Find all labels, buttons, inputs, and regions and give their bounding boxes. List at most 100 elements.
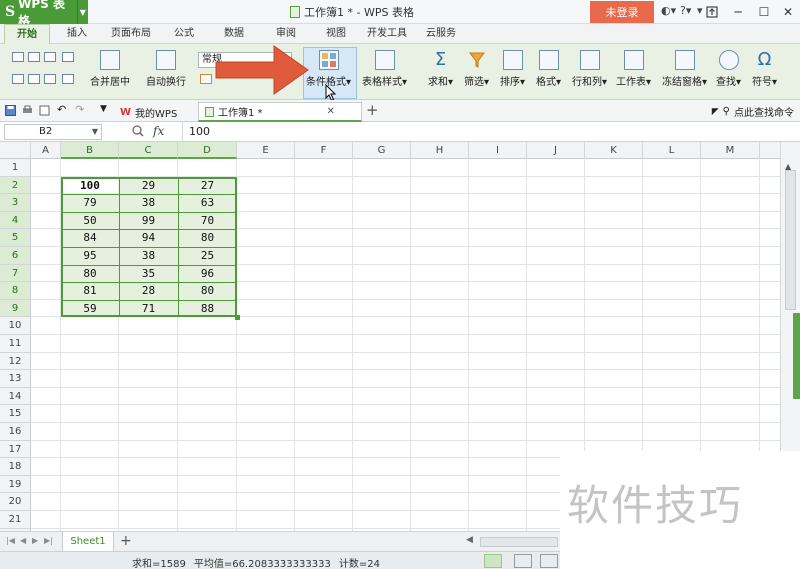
row-header-1[interactable]: 1 <box>0 159 31 177</box>
cell-c5[interactable]: 94 <box>119 229 178 247</box>
last-sheet-icon[interactable]: ▶| <box>44 536 53 545</box>
align-bottom-icon[interactable] <box>44 52 56 62</box>
cell-b9[interactable]: 59 <box>61 300 119 318</box>
doc-tab-workbook[interactable]: 工作簿1 * ✕ <box>198 102 362 122</box>
cell-d2[interactable]: 27 <box>178 177 237 195</box>
close-button[interactable]: ✕ <box>775 0 800 24</box>
fx-icon[interactable]: fx <box>153 124 164 138</box>
cell-d6[interactable]: 25 <box>178 247 237 265</box>
row-col-button[interactable]: 行和列▾ <box>572 50 607 88</box>
cell-b3[interactable]: 79 <box>61 194 119 212</box>
row-header-13[interactable]: 13 <box>0 370 31 388</box>
row-header-3[interactable]: 3 <box>0 194 31 212</box>
cell-c4[interactable]: 99 <box>119 212 178 230</box>
column-header-d[interactable]: D <box>178 142 237 159</box>
login-button[interactable]: 未登录 <box>590 1 654 23</box>
column-header-c[interactable]: C <box>119 142 178 159</box>
row-header-10[interactable]: 10 <box>0 317 31 335</box>
tab-review[interactable]: 审阅 <box>268 24 304 44</box>
minimize-button[interactable]: ─ <box>725 0 751 24</box>
page-break-view-icon[interactable] <box>540 554 558 568</box>
name-box[interactable]: B2 ▼ <box>4 124 102 140</box>
undo-icon[interactable]: ↶ <box>57 103 68 116</box>
column-header-g[interactable]: G <box>353 142 411 159</box>
cell-d7[interactable]: 96 <box>178 265 237 283</box>
cell-c9[interactable]: 71 <box>119 300 178 318</box>
worksheet-button[interactable]: 工作表▾ <box>616 50 651 88</box>
row-header-2[interactable]: 2 <box>0 176 31 195</box>
cell-b5[interactable]: 84 <box>61 229 119 247</box>
row-header-19[interactable]: 19 <box>0 475 31 494</box>
tab-cloud[interactable]: 云服务 <box>420 24 462 44</box>
tab-page-layout[interactable]: 页面布局 <box>106 24 156 44</box>
sum-button[interactable]: Σ 求和▾ <box>428 50 453 89</box>
align-top-icon[interactable] <box>12 52 24 62</box>
find-command-box[interactable]: ◤ ⚲ 点此查找命令 <box>712 104 794 119</box>
align-left-icon[interactable] <box>12 74 24 84</box>
currency-icon[interactable] <box>200 74 212 84</box>
row-header-8[interactable]: 8 <box>0 282 31 300</box>
select-all-corner[interactable] <box>0 142 31 159</box>
cell-c6[interactable]: 38 <box>119 247 178 265</box>
sort-button[interactable]: 排序▾ <box>500 50 525 88</box>
freeze-panes-button[interactable]: 冻结窗格▾ <box>662 50 707 88</box>
scroll-left-icon[interactable]: ◀ <box>466 535 473 545</box>
align-right-icon[interactable] <box>44 74 56 84</box>
column-header-a[interactable]: A <box>31 142 61 159</box>
cell-b6[interactable]: 95 <box>61 247 119 265</box>
column-header-e[interactable]: E <box>237 142 295 159</box>
close-icon[interactable]: ✕ <box>327 106 335 117</box>
maximize-button[interactable]: ☐ <box>751 0 777 24</box>
cell-c8[interactable]: 28 <box>119 282 178 300</box>
tab-formulas[interactable]: 公式 <box>166 24 202 44</box>
cell-b8[interactable]: 81 <box>61 282 119 300</box>
zoom-icon[interactable] <box>132 125 144 137</box>
row-header-16[interactable]: 16 <box>0 423 31 441</box>
cell-b2[interactable]: 100 <box>61 177 119 195</box>
help-button[interactable]: ?▾ <box>680 4 691 17</box>
row-header-4[interactable]: 4 <box>0 211 31 230</box>
column-header-b[interactable]: B <box>61 142 119 159</box>
align-center-icon[interactable] <box>28 74 40 84</box>
merge-center-button[interactable]: 合并居中 <box>90 50 130 88</box>
normal-view-icon[interactable] <box>484 554 502 568</box>
column-header-h[interactable]: H <box>411 142 469 159</box>
restore-ribbon-icon[interactable] <box>699 0 725 24</box>
align-middle-icon[interactable] <box>28 52 40 62</box>
horizontal-scroll-thumb[interactable] <box>480 537 558 547</box>
row-header-15[interactable]: 15 <box>0 405 31 423</box>
print-icon[interactable] <box>22 105 33 116</box>
save-icon[interactable] <box>5 105 16 116</box>
row-header-6[interactable]: 6 <box>0 247 31 265</box>
row-header-21[interactable]: 21 <box>0 511 31 529</box>
tab-view[interactable]: 视图 <box>318 24 354 44</box>
tab-insert[interactable]: 插入 <box>58 24 96 44</box>
tab-developer[interactable]: 开发工具 <box>362 24 412 44</box>
print-preview-icon[interactable] <box>39 105 50 116</box>
horizontal-scrollbar[interactable]: ◀ <box>458 535 560 549</box>
side-panel-handle[interactable] <box>793 313 800 399</box>
formula-input[interactable]: 100 <box>182 122 800 142</box>
redo-icon[interactable]: ↷ <box>75 103 86 116</box>
row-header-5[interactable]: 5 <box>0 229 31 247</box>
column-header-m[interactable]: M <box>701 142 760 159</box>
scroll-thumb[interactable] <box>785 170 796 310</box>
justify-icon[interactable] <box>62 74 74 84</box>
cell-d5[interactable]: 80 <box>178 229 237 247</box>
filter-button[interactable]: 筛选▾ <box>464 50 489 88</box>
row-header-14[interactable]: 14 <box>0 387 31 406</box>
page-layout-view-icon[interactable] <box>514 554 532 568</box>
cell-d4[interactable]: 70 <box>178 212 237 230</box>
add-sheet-button[interactable]: + <box>120 533 132 549</box>
cell-c3[interactable]: 38 <box>119 194 178 212</box>
next-sheet-icon[interactable]: ▶ <box>32 536 38 545</box>
sheet-tab-sheet1[interactable]: Sheet1 <box>62 532 114 552</box>
chevron-down-icon[interactable]: ▼ <box>76 0 88 24</box>
tab-home[interactable]: 开始 <box>4 24 50 44</box>
table-style-button[interactable]: 表格样式▾ <box>362 50 407 88</box>
cell-b7[interactable]: 80 <box>61 265 119 283</box>
column-header-f[interactable]: F <box>295 142 353 159</box>
column-header-i[interactable]: I <box>469 142 527 159</box>
row-header-17[interactable]: 17 <box>0 440 31 459</box>
doc-tab-my-wps[interactable]: W 我的WPS <box>114 102 183 122</box>
